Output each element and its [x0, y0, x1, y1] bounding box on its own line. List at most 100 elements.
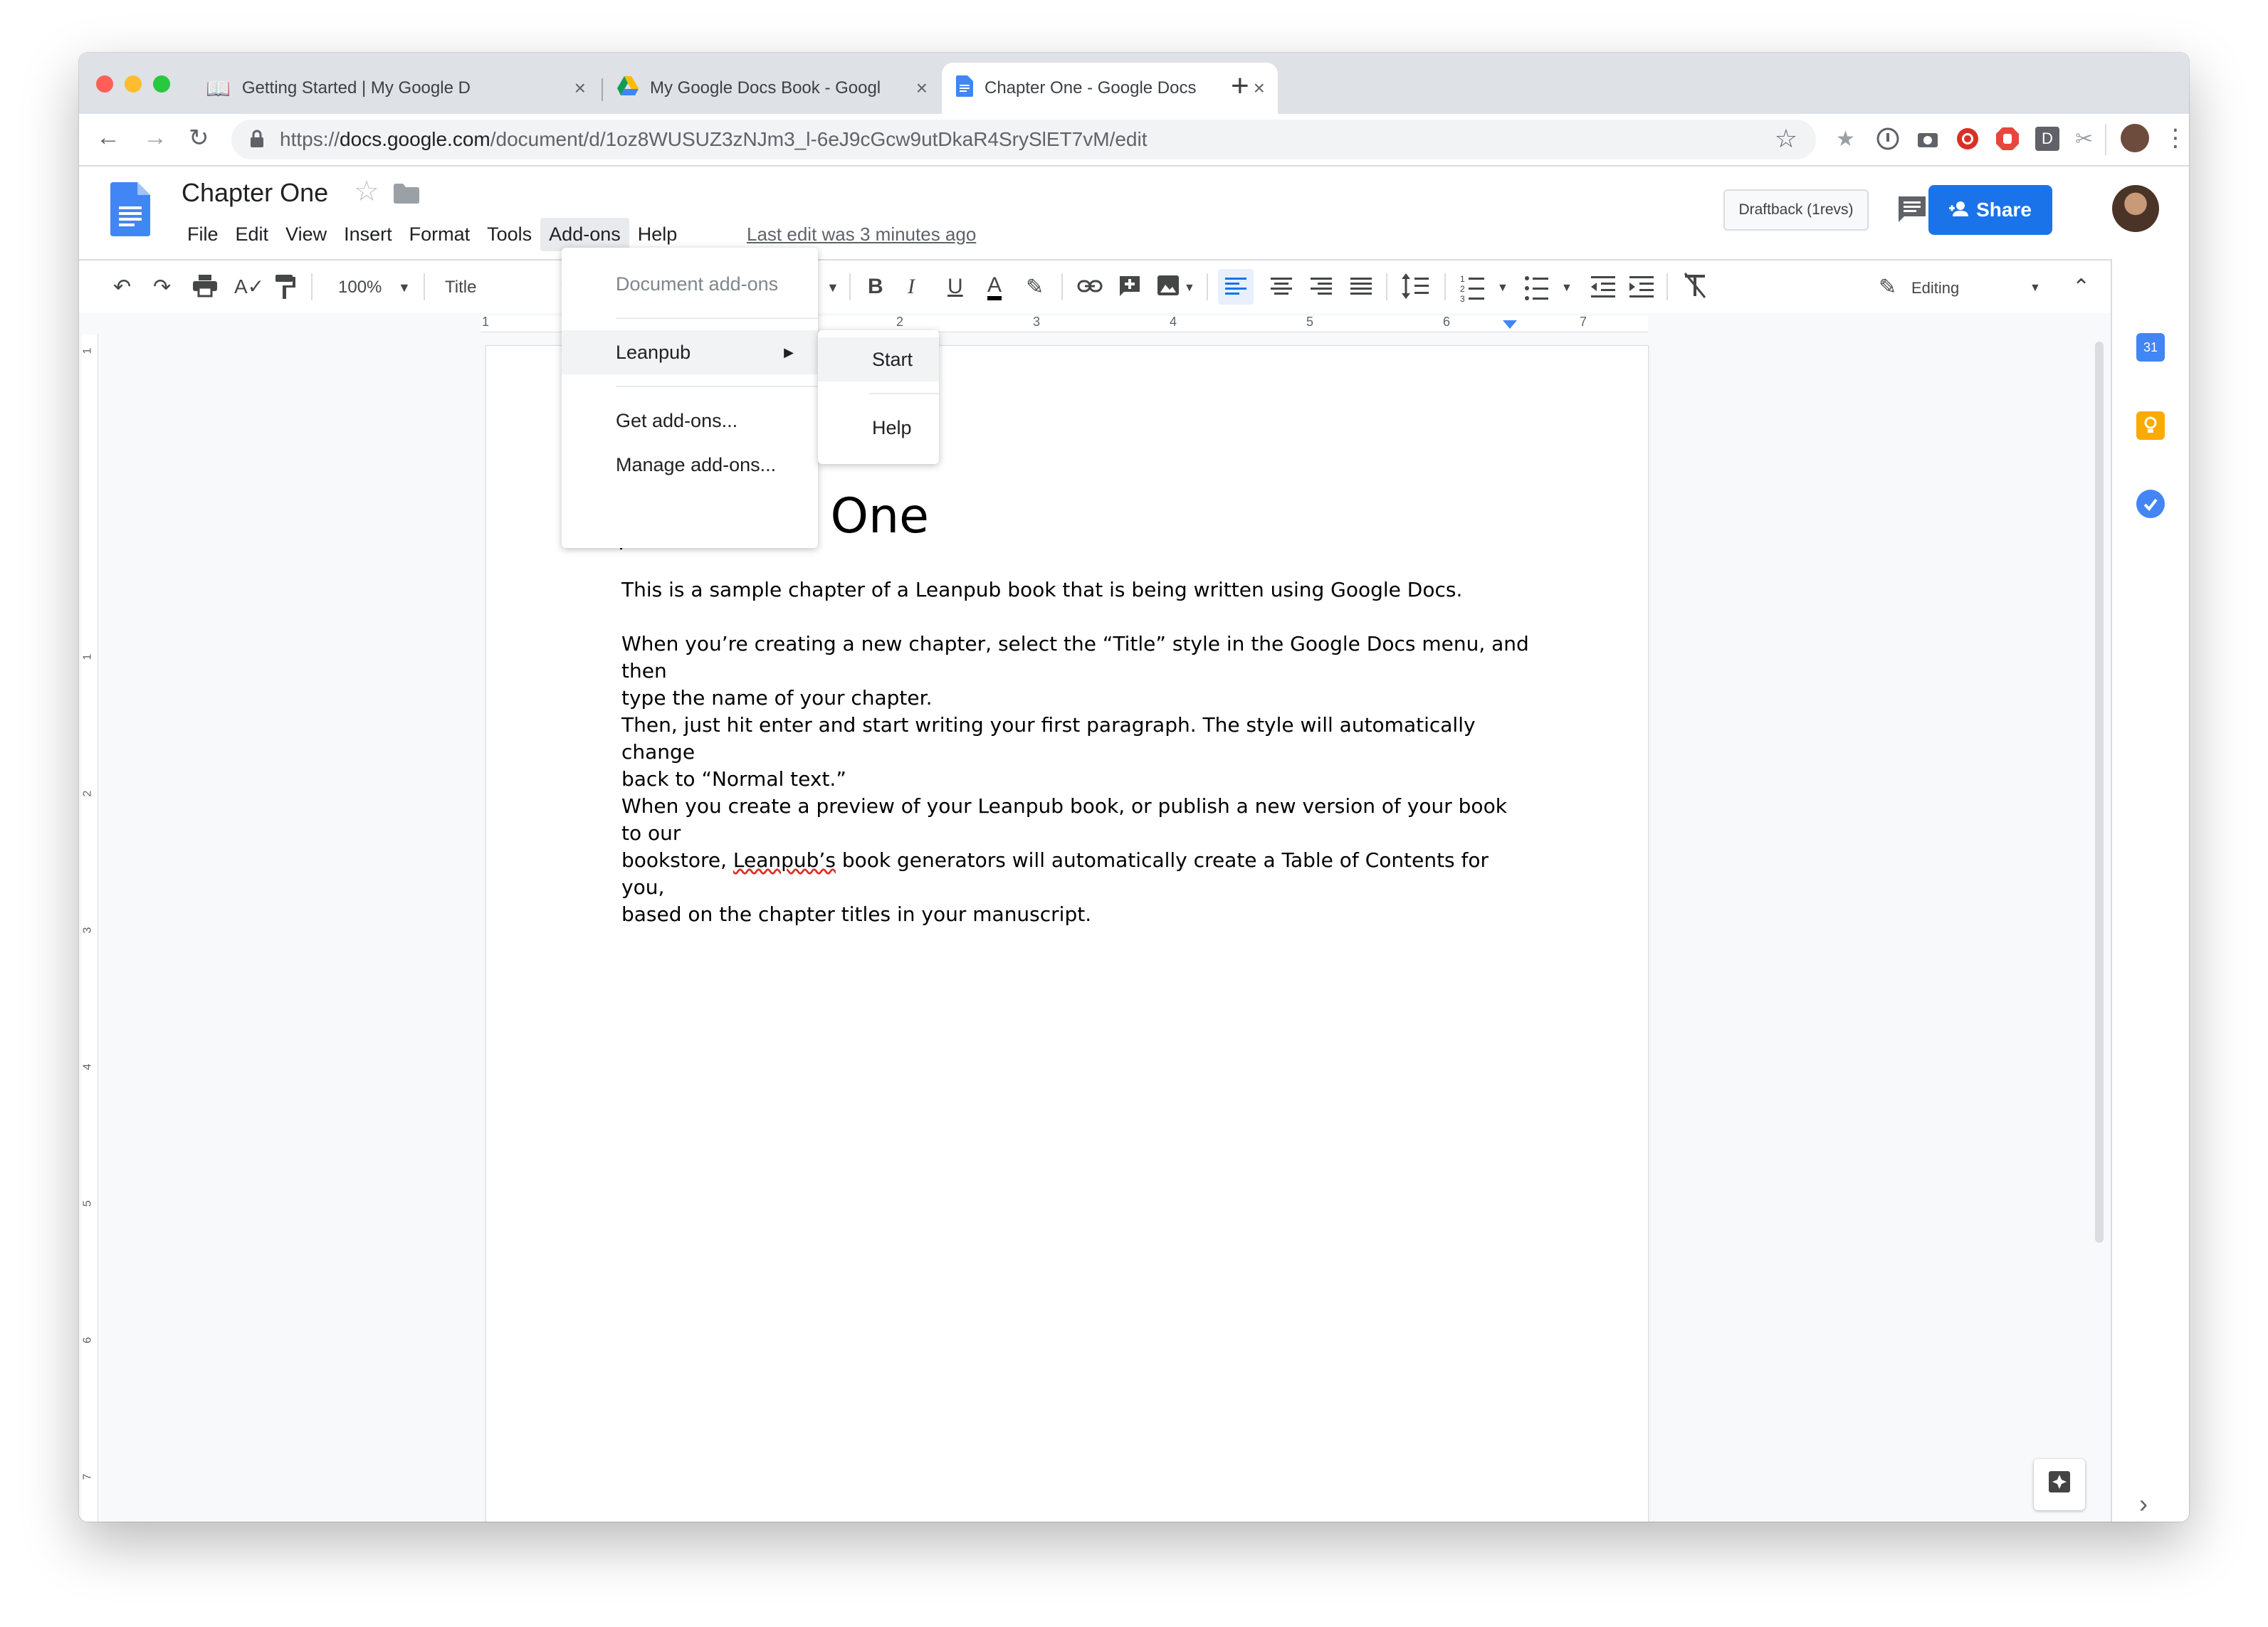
toolbar-divider: [1444, 273, 1446, 300]
line-spacing-icon[interactable]: [1402, 270, 1430, 307]
document-title[interactable]: Chapter One: [182, 178, 328, 208]
menu-insert[interactable]: Insert: [335, 218, 401, 251]
bulleted-list-dropdown-icon[interactable]: ▼: [1561, 282, 1573, 295]
scissors-extension-icon[interactable]: ✂: [2075, 127, 2099, 151]
menu-item-get-add-ons[interactable]: Get add-ons...: [562, 399, 818, 443]
menu-format[interactable]: Format: [401, 218, 479, 251]
bookmark-star-icon[interactable]: ☆: [1775, 124, 1797, 154]
insert-comment-icon[interactable]: [1118, 275, 1141, 303]
document-add-ons-header: Document add-ons: [616, 273, 779, 295]
pin-extension-icon[interactable]: ★: [1836, 127, 1860, 151]
expand-side-panel-icon[interactable]: ›: [2139, 1489, 2148, 1519]
font-size-dropdown-icon[interactable]: ▼: [826, 280, 839, 295]
comment-history-icon[interactable]: [1897, 195, 1927, 227]
url-host: docs.google.com: [340, 128, 490, 150]
maximize-window-button[interactable]: [153, 75, 170, 93]
side-panel: 31 ›: [2111, 259, 2189, 1522]
paragraph-4[interactable]: When you create a preview of your Leanpu…: [621, 793, 1533, 928]
italic-button[interactable]: I: [908, 275, 915, 299]
menu-item-manage-add-ons[interactable]: Manage add-ons...: [562, 443, 818, 487]
back-arrow-icon[interactable]: ←: [96, 124, 120, 152]
menu-item-label: Leanpub: [616, 341, 691, 363]
menu-item-start[interactable]: Start: [818, 337, 939, 381]
star-icon[interactable]: ☆: [354, 175, 379, 208]
close-icon[interactable]: ×: [916, 77, 928, 100]
editing-mode-dropdown-icon[interactable]: ▼: [2030, 282, 2041, 295]
clear-formatting-icon[interactable]: [1682, 270, 1708, 305]
image-dropdown-icon[interactable]: ▼: [1184, 282, 1195, 295]
kebab-menu-icon[interactable]: ⋮: [2163, 124, 2188, 152]
bold-button[interactable]: B: [868, 275, 883, 299]
forward-arrow-icon[interactable]: →: [143, 124, 167, 152]
calendar-icon[interactable]: 31: [2136, 333, 2165, 362]
redo-icon[interactable]: ↷: [153, 275, 171, 300]
editing-mode-select[interactable]: Editing: [1911, 279, 1959, 298]
folder-icon[interactable]: [394, 184, 419, 207]
numbered-list-dropdown-icon[interactable]: ▼: [1497, 282, 1508, 295]
menu-help[interactable]: Help: [629, 218, 686, 251]
paint-format-icon[interactable]: [275, 275, 295, 305]
highlight-color-icon[interactable]: ✎: [1026, 275, 1044, 300]
right-indent-marker[interactable]: [1503, 320, 1517, 334]
docs-logo[interactable]: [110, 182, 150, 236]
paragraph-2[interactable]: When you’re creating a new chapter, sele…: [621, 631, 1533, 712]
tasks-icon[interactable]: [2136, 490, 2165, 518]
new-tab-button[interactable]: +: [1231, 68, 1249, 104]
close-window-button[interactable]: [96, 75, 113, 93]
toolbar-divider: [1386, 273, 1387, 300]
text-color-button[interactable]: A: [987, 275, 1002, 300]
numbered-list-icon[interactable]: 123: [1460, 270, 1486, 307]
menu-view[interactable]: View: [277, 218, 335, 251]
close-icon[interactable]: ×: [574, 77, 586, 100]
address-bar: ← → ↻ https://docs.google.com/document/d…: [79, 114, 2189, 167]
collapse-toolbar-icon[interactable]: ⌃: [2072, 275, 2090, 300]
svg-text:2: 2: [1460, 284, 1465, 294]
misspelled-word[interactable]: Leanpub’s: [733, 848, 836, 872]
profile-avatar[interactable]: [2121, 124, 2149, 152]
zoom-dropdown-icon[interactable]: ▼: [398, 280, 411, 295]
insert-image-icon[interactable]: [1157, 275, 1180, 302]
tab-my-google-docs-book[interactable]: My Google Docs Book - Googl ×: [604, 63, 940, 114]
decrease-indent-icon[interactable]: [1591, 270, 1617, 307]
style-select[interactable]: Title: [445, 278, 476, 298]
align-right-button[interactable]: [1303, 269, 1339, 310]
menu-edit[interactable]: Edit: [227, 218, 278, 251]
justify-button[interactable]: [1343, 269, 1379, 310]
tab-getting-started[interactable]: 📖 Getting Started | My Google D ×: [193, 63, 599, 114]
underline-button[interactable]: U: [947, 275, 963, 299]
last-edit-link[interactable]: Last edit was 3 minutes ago: [747, 223, 976, 246]
bulleted-list-icon[interactable]: [1524, 270, 1550, 307]
menu-item-leanpub[interactable]: Leanpub ▶: [562, 330, 818, 374]
vertical-scrollbar[interactable]: [2095, 342, 2104, 1243]
close-icon[interactable]: ×: [1254, 77, 1265, 100]
ruler-number: 6: [1443, 315, 1451, 329]
increase-indent-icon[interactable]: [1629, 270, 1655, 307]
spellcheck-icon[interactable]: A✓: [234, 275, 264, 298]
tab-chapter-one[interactable]: Chapter One - Google Docs ×: [942, 63, 1278, 114]
undo-icon[interactable]: ↶: [113, 275, 131, 300]
camera-extension-icon[interactable]: [1916, 127, 1940, 151]
menu-tools[interactable]: Tools: [478, 218, 540, 251]
align-left-button[interactable]: [1218, 269, 1254, 305]
reload-icon[interactable]: ↻: [189, 124, 209, 152]
align-center-button[interactable]: [1264, 269, 1299, 310]
paragraph-1[interactable]: This is a sample chapter of a Leanpub bo…: [621, 576, 1533, 604]
draftback-button[interactable]: Draftback (1revs): [1723, 189, 1869, 231]
menu-file[interactable]: File: [179, 218, 227, 251]
record-extension-icon[interactable]: [1955, 127, 1980, 151]
menu-item-help[interactable]: Help: [818, 406, 939, 450]
menu-add-ons[interactable]: Add-ons: [540, 218, 629, 251]
url-omnibox[interactable]: https://docs.google.com/document/d/1oz8W…: [231, 120, 1816, 159]
d-extension-icon[interactable]: D: [2035, 127, 2059, 151]
explore-button[interactable]: [2034, 1459, 2085, 1510]
keep-icon[interactable]: [2136, 411, 2165, 440]
paragraph-3[interactable]: Then, just hit enter and start writing y…: [621, 712, 1533, 793]
zoom-select[interactable]: 100%: [338, 278, 382, 298]
minimize-window-button[interactable]: [125, 75, 142, 93]
adblock-extension-icon[interactable]: [1995, 127, 2020, 151]
print-icon[interactable]: [193, 275, 217, 303]
info-extension-icon[interactable]: [1876, 127, 1900, 151]
share-button[interactable]: Share: [1928, 185, 2052, 235]
insert-link-icon[interactable]: [1077, 275, 1103, 299]
account-avatar[interactable]: [2112, 185, 2159, 232]
